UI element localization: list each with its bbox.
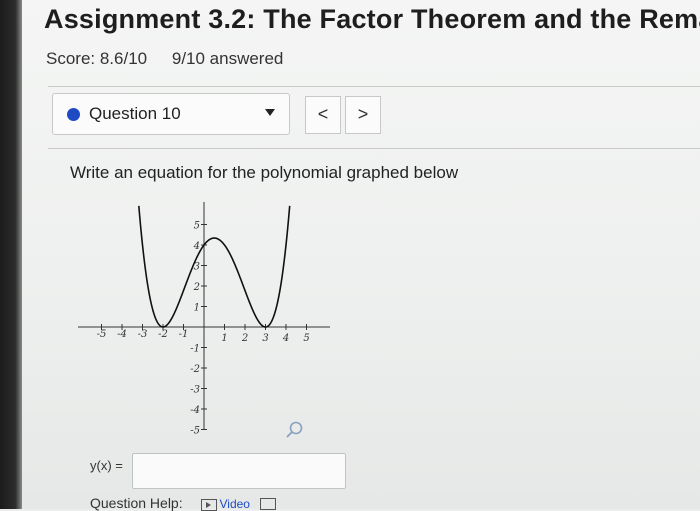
x-tick-label: 5	[303, 333, 309, 344]
y-tick-label: 2	[193, 282, 200, 293]
polynomial-curve	[138, 205, 291, 328]
x-tick-label: 4	[282, 333, 289, 344]
previous-question-button[interactable]: <	[305, 96, 341, 134]
next-question-button[interactable]: >	[345, 96, 381, 134]
score-row: Score: 8.6/10 9/10 answered	[46, 49, 283, 69]
video-icon	[200, 498, 217, 511]
x-tick-label: 3	[262, 333, 268, 344]
y-tick-label: -4	[190, 405, 200, 416]
header-divider	[48, 86, 700, 87]
y-tick-label: -5	[190, 426, 200, 437]
answer-input[interactable]	[132, 453, 346, 489]
x-tick-label: -1	[179, 329, 189, 340]
score-text: Score: 8.6/10	[46, 49, 148, 68]
answer-label: y(x) =	[90, 458, 123, 473]
chevron-down-icon	[265, 109, 275, 116]
question-prompt: Write an equation for the polynomial gra…	[70, 163, 459, 182]
screen-bezel	[0, 0, 22, 509]
polynomial-graph: -5 -4 -3 -2 -1 1 2 3 4 5 54321-1-2-3-4-5	[78, 202, 330, 437]
question-selector[interactable]: Question 10	[52, 93, 290, 135]
assignment-title: Assignment 3.2: The Factor Theorem and t…	[44, 4, 700, 34]
y-tick-label: -1	[190, 344, 200, 355]
x-tick-label: -5	[97, 329, 107, 340]
x-tick-label: -2	[158, 329, 168, 340]
magnifier-icon[interactable]	[284, 420, 304, 440]
answered-count: 9/10 answered	[171, 49, 284, 68]
x-tick-label: -3	[138, 329, 148, 340]
y-tick-label: 5	[194, 221, 200, 232]
y-tick-label: -3	[190, 385, 200, 396]
question-divider	[48, 148, 700, 149]
question-selector-label: Question 10	[89, 104, 181, 123]
y-tick-label: 1	[194, 303, 200, 314]
x-tick-label: -4	[117, 329, 127, 340]
y-tick-label: -2	[190, 364, 200, 375]
assignment-page: Assignment 3.2: The Factor Theorem and t…	[22, 0, 700, 511]
y-tick-label: 4	[193, 241, 200, 252]
x-tick-label: 1	[221, 333, 227, 344]
question-status-dot	[67, 108, 80, 121]
message-icon[interactable]	[259, 498, 276, 511]
x-tick-label: 2	[241, 333, 248, 344]
